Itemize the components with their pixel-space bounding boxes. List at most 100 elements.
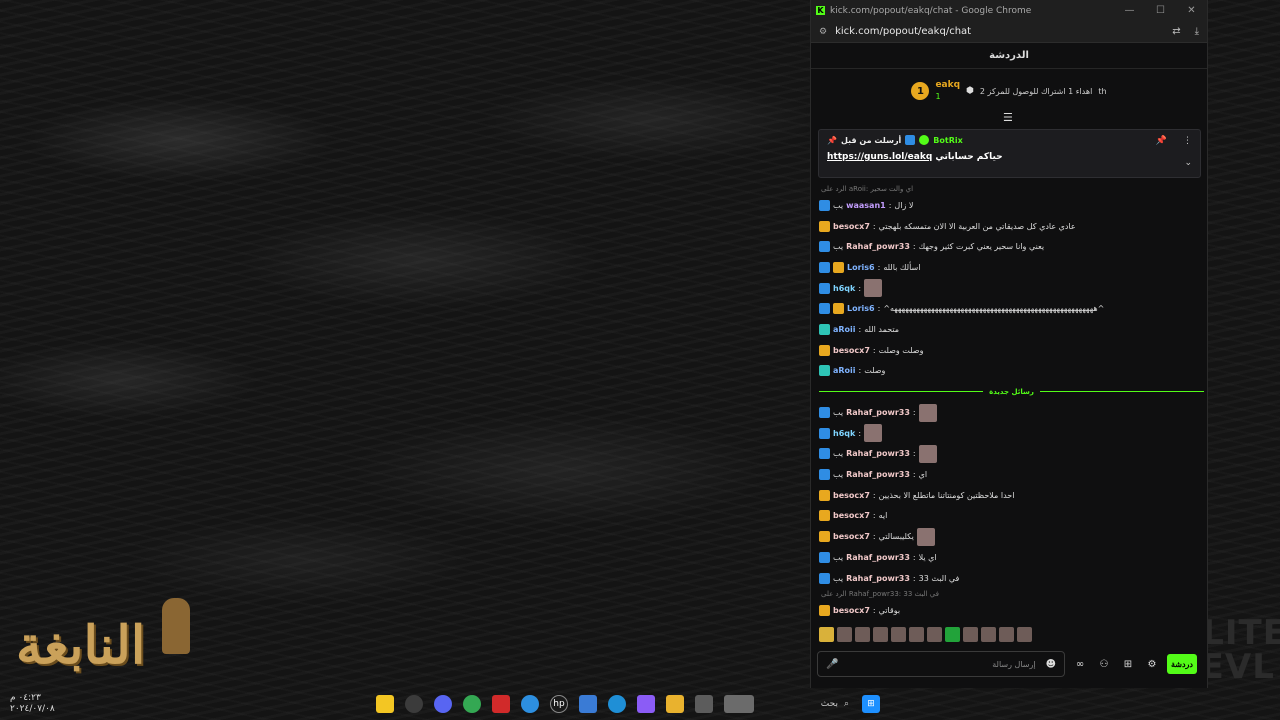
search-label: بحث [820, 699, 838, 709]
chat-message[interactable]: h6qk: [819, 423, 1204, 444]
more-options-icon[interactable]: ⋮ [1183, 136, 1192, 146]
chat-message[interactable]: يب Rahaf_powr33: يعني وانا سحير يعني كبرت … [819, 236, 1204, 257]
chat-username[interactable]: besocx7 [833, 606, 870, 615]
taskbar-search[interactable]: بحث ⌕ [765, 695, 851, 713]
chat-message[interactable]: besocx7: بوقاتي [819, 600, 1204, 617]
chat-username[interactable]: waasan1 [846, 201, 886, 210]
chat-message[interactable]: besocx7: وصلت وصلت [819, 340, 1204, 361]
emote-image [916, 527, 935, 546]
copilot-app-icon[interactable] [637, 695, 655, 713]
separator: : [912, 552, 916, 562]
chat-message[interactable]: besocx7: عادي عادي كل صديقاتي من العربية … [819, 216, 1204, 237]
maximize-button[interactable]: ☐ [1145, 5, 1176, 16]
verified-badge-icon [819, 448, 830, 460]
chat-username[interactable]: aRoii [833, 366, 856, 375]
notes-app-icon[interactable] [376, 695, 394, 713]
emote-quick-icon[interactable] [945, 627, 960, 642]
chat-message[interactable]: aRoii: متحمد الله [819, 319, 1204, 340]
chat-message[interactable]: besocx7: احدا ملاحظتين كومنتاتنا ماتطلع ا… [819, 485, 1204, 506]
download-icon[interactable]: ⤓ [1195, 26, 1199, 37]
chat-username[interactable]: h6qk [833, 429, 855, 438]
folder-app-icon[interactable] [666, 695, 684, 713]
chat-username[interactable]: Rahaf_powr33 [846, 470, 910, 479]
chevron-down-icon[interactable]: ⌄ [1184, 158, 1192, 168]
chat-message[interactable]: يب Rahaf_powr33: اي يلا [819, 547, 1204, 568]
windows-start-icon[interactable]: ⊞ [862, 695, 880, 713]
chat-username[interactable]: Rahaf_powr33 [846, 449, 910, 458]
chrome-app-icon[interactable] [463, 695, 481, 713]
terminal-app-icon[interactable] [695, 695, 713, 713]
chat-message[interactable]: aRoii: وصلت [819, 361, 1204, 382]
emoji-icon[interactable]: ☻ [1046, 659, 1056, 670]
obs-app-icon[interactable] [405, 695, 423, 713]
sub-goal-banner[interactable]: 1 eakq 1 ⬢ اهداء 1 اشتراك للوصول للمركز … [811, 69, 1207, 113]
chat-username[interactable]: Rahaf_powr33 [846, 574, 910, 583]
chat-username[interactable]: Rahaf_powr33 [846, 408, 910, 417]
chat-username[interactable]: Rahaf_powr33 [846, 242, 910, 251]
chat-username[interactable]: besocx7 [833, 346, 870, 355]
gift-icon[interactable]: ⊞ [1119, 659, 1137, 670]
collapse-icon[interactable]: ☰ [1003, 111, 1013, 124]
chat-message[interactable]: يب Rahaf_powr33: [819, 444, 1204, 465]
emote-quick-icon[interactable] [891, 627, 906, 642]
minimize-button[interactable]: — [1114, 5, 1145, 16]
shield-app-icon[interactable] [492, 695, 510, 713]
globe-app-icon[interactable] [521, 695, 539, 713]
pinned-username[interactable]: BotRix [933, 136, 962, 145]
chat-message[interactable]: يب waasan1: لا زال [819, 195, 1204, 216]
users-icon[interactable]: ⚇ [1095, 659, 1113, 670]
chat-username[interactable]: h6qk [833, 284, 855, 293]
microphone-icon[interactable]: 🎤 [826, 659, 838, 670]
hp-app-icon[interactable]: hp [550, 695, 568, 713]
reply-reference[interactable]: الرد على aRoii: اي والت سحير [819, 183, 1204, 195]
chat-message[interactable]: Loris6: اسألك بالله [819, 257, 1204, 278]
system-clock[interactable]: ٠٤:٢٣ م ٢٠٢٤/٠٧/٠٨ [10, 693, 55, 715]
edge-app-icon[interactable] [608, 695, 626, 713]
emote-quick-icon[interactable] [981, 627, 996, 642]
pinned-message[interactable]: 📌 أرسلت من قبل BotRix https://guns.lol/e… [818, 129, 1201, 178]
send-button[interactable]: دردشة [1167, 654, 1197, 674]
chat-input[interactable]: 🎤 إرسال رسالة ☻ [817, 651, 1065, 677]
infinity-icon[interactable]: ∞ [1071, 659, 1089, 670]
chat-username[interactable]: Loris6 [847, 263, 875, 272]
store-app-icon[interactable] [579, 695, 597, 713]
chat-message[interactable]: h6qk: [819, 278, 1204, 299]
chat-username[interactable]: besocx7 [833, 511, 870, 520]
chat-message[interactable]: يب Rahaf_powr33: اي [819, 464, 1204, 485]
pinned-link[interactable]: https://guns.lol/eakq [827, 152, 932, 162]
chat-message[interactable]: Loris6: ^هههههههههههههههههههههههههههههههه… [819, 298, 1204, 319]
chat-username[interactable]: besocx7 [833, 491, 870, 500]
chat-messages-list[interactable]: الرد على aRoii: اي والت سحير يب waasan1: لا… [819, 183, 1204, 617]
gear-icon[interactable]: ⚙ [1143, 659, 1161, 670]
chat-message[interactable]: يب Rahaf_powr33: [819, 402, 1204, 423]
url-text[interactable]: kick.com/popout/eakq/chat [835, 26, 971, 37]
emote-quick-icon[interactable] [927, 627, 942, 642]
emote-quick-icon[interactable] [819, 627, 834, 642]
site-info-icon[interactable]: ⚙ [819, 27, 827, 37]
chat-username[interactable]: aRoii [833, 325, 856, 334]
emote-quick-icon[interactable] [1017, 627, 1032, 642]
chat-username[interactable]: besocx7 [833, 532, 870, 541]
reply-reference[interactable]: الرد على Rahaf_powr33: 33 في البث [819, 588, 1204, 600]
emote-quick-icon[interactable] [999, 627, 1014, 642]
emote-quick-icon[interactable] [855, 627, 870, 642]
user-prefix: يب [833, 449, 844, 459]
chat-message[interactable]: يب Rahaf_powr33: في البث 33 [819, 568, 1204, 589]
address-bar[interactable]: ⚙ kick.com/popout/eakq/chat ⇄ ⤓ [811, 21, 1207, 43]
separator: : [888, 200, 892, 210]
chat-username[interactable]: Loris6 [847, 304, 875, 313]
unpin-icon[interactable]: 📌 [1156, 136, 1167, 146]
emote-quick-icon[interactable] [837, 627, 852, 642]
emote-quick-icon[interactable] [909, 627, 924, 642]
chat-username[interactable]: besocx7 [833, 222, 870, 231]
chat-message[interactable]: besocx7: يكليبسالتي [819, 526, 1204, 547]
chat-message[interactable]: besocx7: ايه [819, 506, 1204, 527]
game-app-icon[interactable] [724, 695, 754, 713]
emote-quick-icon[interactable] [873, 627, 888, 642]
close-button[interactable]: ✕ [1176, 5, 1207, 16]
chat-username[interactable]: Rahaf_powr33 [846, 553, 910, 562]
discord-app-icon[interactable] [434, 695, 452, 713]
emote-quick-icon[interactable] [963, 627, 978, 642]
translate-icon[interactable]: ⇄ [1172, 26, 1180, 37]
recent-emotes-bar[interactable] [819, 627, 1032, 642]
